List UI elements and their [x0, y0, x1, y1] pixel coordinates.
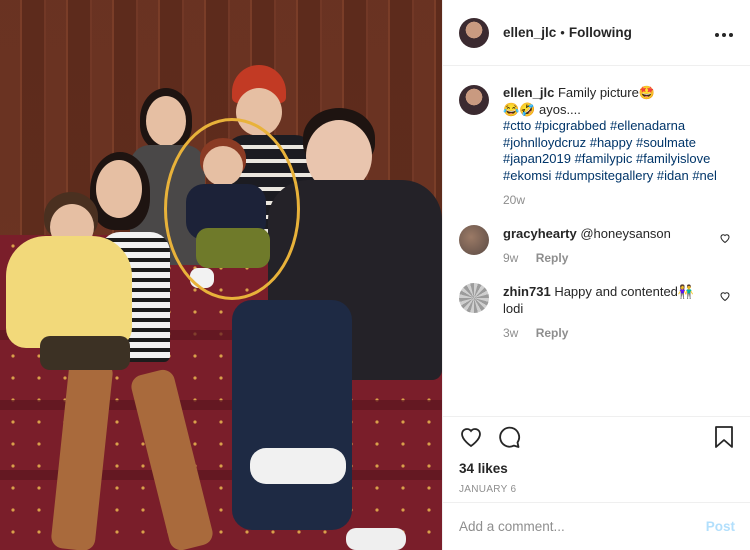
comment-age: 3w	[503, 325, 519, 340]
comment-username[interactable]: zhin731	[503, 284, 551, 299]
following-button[interactable]: Following	[569, 25, 632, 40]
reply-button[interactable]: Reply	[536, 326, 569, 340]
caption: ellen_jlc Family picture🤩 😂🤣 ayos.... #c…	[459, 85, 735, 209]
bookmark-icon[interactable]	[713, 425, 735, 454]
caption-hashtags[interactable]: #ctto #picgrabbed #ellenadarna #johnlloy…	[503, 118, 735, 184]
author-avatar[interactable]	[459, 17, 489, 48]
heart-icon[interactable]	[459, 425, 483, 454]
add-comment-bar: Add a comment... Post	[443, 502, 750, 550]
post-date: JANUARY 6	[459, 484, 517, 495]
caption-text: Family picture🤩	[557, 85, 656, 100]
reply-button[interactable]: Reply	[536, 251, 569, 265]
comment-age: 9w	[503, 250, 519, 265]
author-username[interactable]: ellen_jlc	[503, 25, 556, 40]
separator-dot: •	[560, 25, 565, 40]
small-heart-icon[interactable]	[719, 231, 731, 249]
post-header: ellen_jlc • Following	[443, 0, 750, 66]
caption-username[interactable]: ellen_jlc	[503, 85, 554, 100]
commenter-avatar[interactable]	[459, 224, 489, 255]
comment-icon[interactable]	[497, 425, 521, 454]
likes-count[interactable]: 34 likes	[459, 461, 735, 476]
post-actions: 34 likes JANUARY 6	[443, 416, 750, 502]
caption-line2: 😂🤣 ayos....	[503, 101, 581, 117]
caption-age: 20w	[503, 193, 526, 207]
commenter-avatar[interactable]	[459, 282, 489, 313]
post-photo[interactable]	[0, 0, 442, 550]
comment-item: gracyhearty @honeysanson 9w Reply	[459, 224, 735, 267]
post-details-panel: ellen_jlc • Following ellen_jlc Family p…	[442, 0, 750, 550]
highlight-circle	[164, 118, 300, 300]
comment-text[interactable]: @honeysanson	[580, 226, 671, 241]
comment-username[interactable]: gracyhearty	[503, 226, 577, 241]
caption-avatar[interactable]	[459, 85, 489, 115]
small-heart-icon[interactable]	[719, 289, 731, 307]
comment-item: zhin731 Happy and contented👫 lodi 3w Rep…	[459, 282, 735, 342]
post-comment-button[interactable]: Post	[706, 519, 735, 534]
comments-list[interactable]: ellen_jlc Family picture🤩 😂🤣 ayos.... #c…	[443, 67, 750, 417]
add-comment-input[interactable]: Add a comment...	[459, 519, 565, 534]
more-options-icon[interactable]	[714, 22, 734, 43]
